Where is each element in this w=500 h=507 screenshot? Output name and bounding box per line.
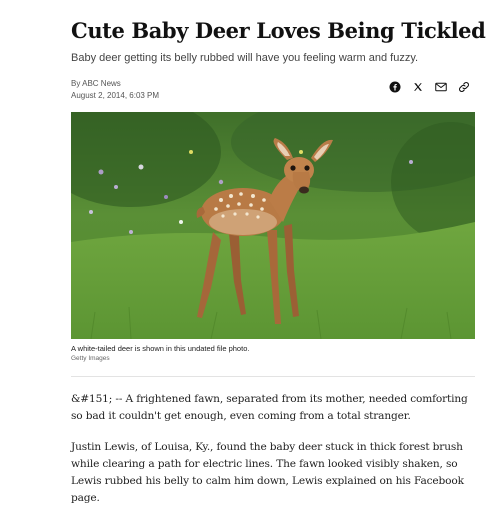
x-icon[interactable] xyxy=(411,80,424,93)
divider xyxy=(71,376,475,377)
photo-credit: Getty Images xyxy=(71,355,110,362)
email-icon[interactable] xyxy=(434,80,447,93)
article-photo xyxy=(71,112,475,339)
article-paragraph: &#151; -- A frightened fawn, separated f… xyxy=(71,393,468,422)
byline[interactable]: By ABC News xyxy=(71,78,159,90)
facebook-icon[interactable] xyxy=(388,80,401,93)
share-bar xyxy=(388,80,470,93)
headline: Cute Baby Deer Loves Being Tickled xyxy=(71,18,486,43)
fawn-photo xyxy=(71,112,475,339)
article-paragraph: Justin Lewis, of Louisa, Ky., found the … xyxy=(71,441,464,504)
subheadline: Baby deer getting its belly rubbed will … xyxy=(71,52,419,64)
link-icon[interactable] xyxy=(457,80,470,93)
photo-caption: A white-tailed deer is shown in this und… xyxy=(71,344,250,353)
byline-block: By ABC News August 2, 2014, 6:03 PM xyxy=(71,78,159,102)
publish-date: August 2, 2014, 6:03 PM xyxy=(71,91,160,100)
